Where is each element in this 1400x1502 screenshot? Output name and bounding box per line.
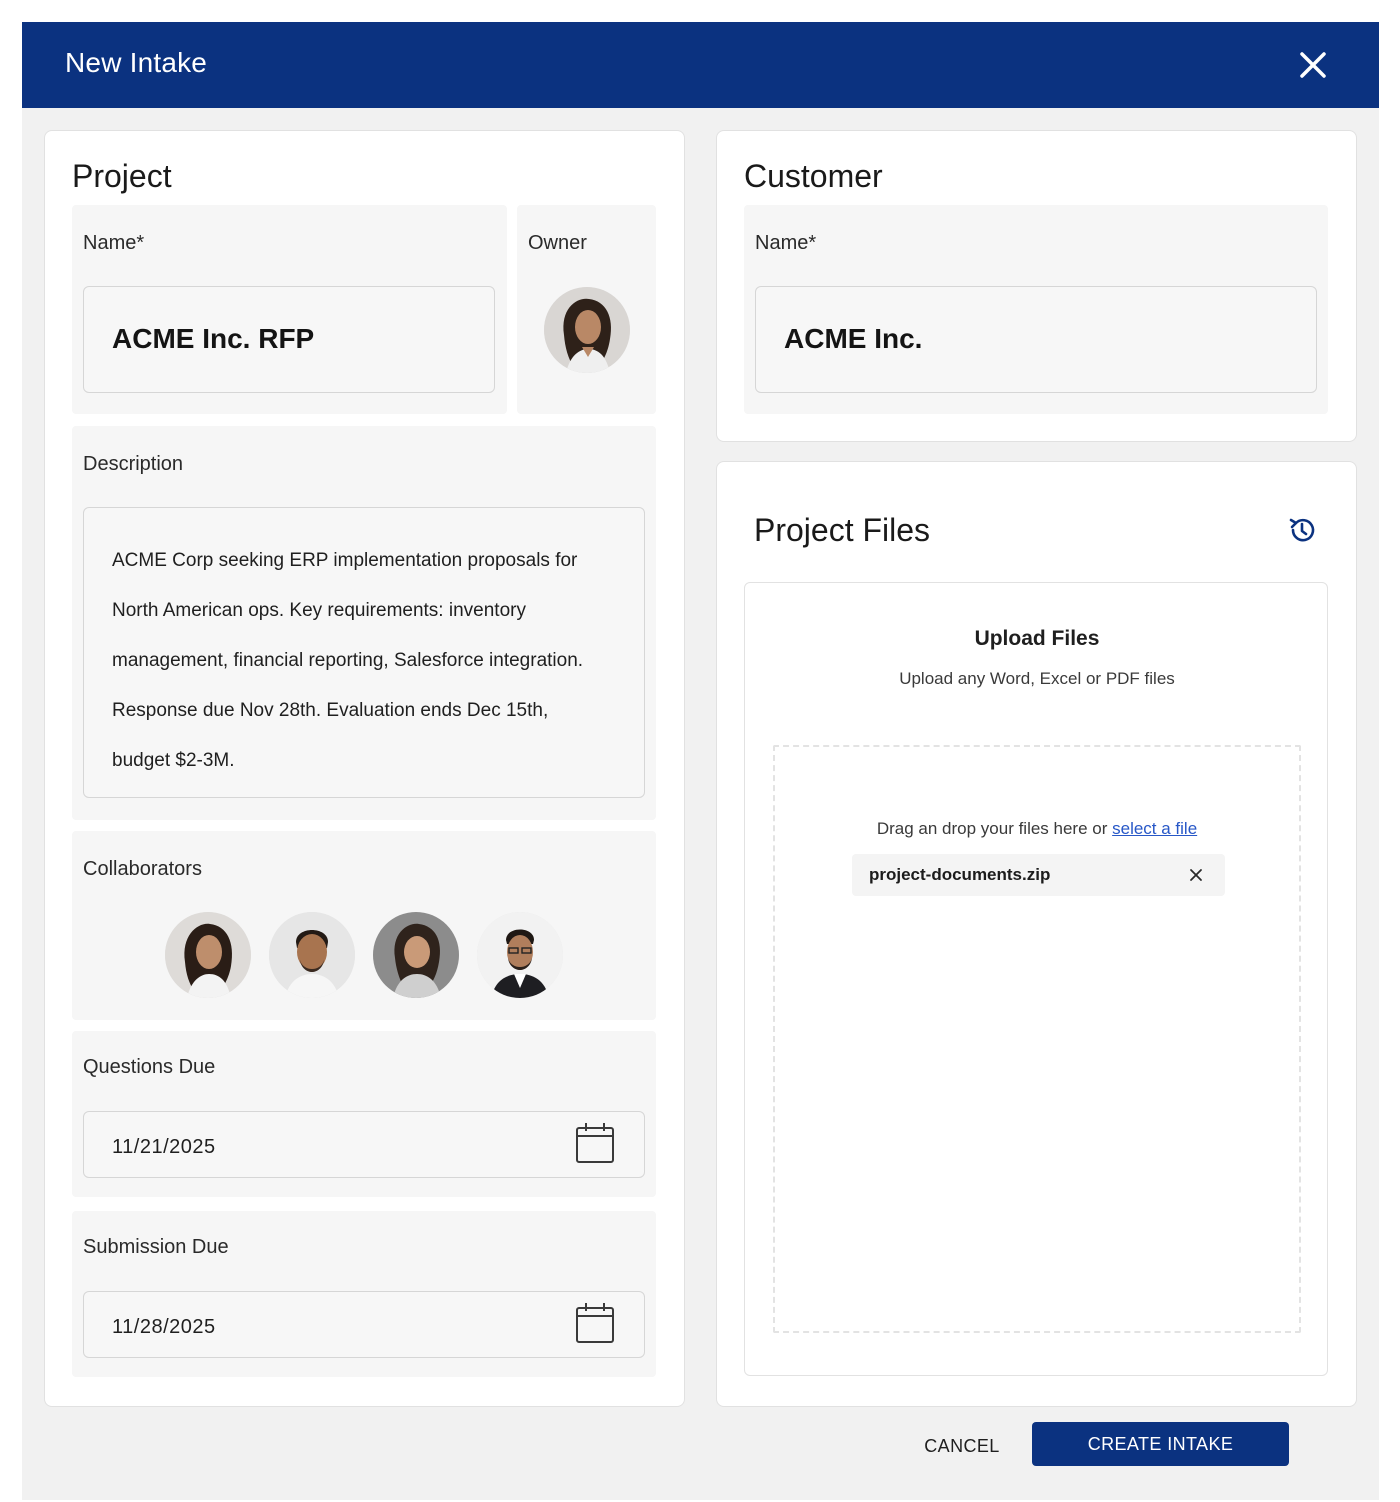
close-icon[interactable] <box>1294 46 1332 84</box>
description-line: management, financial reporting, Salesfo… <box>112 650 584 671</box>
owner-field: Owner <box>517 205 656 414</box>
description-line: ACME Corp seeking ERP implementation pro… <box>112 550 578 571</box>
collaborators-label: Collaborators <box>83 858 202 880</box>
customer-name-field: Name* ACME Inc. <box>744 205 1328 414</box>
remove-file-icon[interactable] <box>1188 867 1204 883</box>
description-line: Response due Nov 28th. Evaluation ends D… <box>112 700 549 721</box>
questions-due-label: Questions Due <box>83 1056 216 1078</box>
description-textarea[interactable]: ACME Corp seeking ERP implementation pro… <box>83 507 645 798</box>
customer-name-value: ACME Inc. <box>784 323 923 354</box>
questions-due-field: Questions Due 11/21/2025 <box>72 1031 656 1197</box>
project-name-input[interactable]: ACME Inc. RFP <box>83 286 495 393</box>
file-dropzone[interactable]: Drag an drop your files here or select a… <box>773 745 1301 1333</box>
history-icon[interactable] <box>1287 515 1317 545</box>
customer-name-input[interactable]: ACME Inc. <box>755 286 1317 393</box>
dialog-header: New Intake <box>22 22 1379 108</box>
project-name-label: Name* <box>83 232 145 254</box>
project-files-card: Project Files Upload Files Upload any Wo… <box>716 461 1357 1407</box>
file-chip: project-documents.zip <box>852 854 1225 896</box>
collaborator-avatar[interactable] <box>269 912 355 998</box>
calendar-icon[interactable] <box>575 1122 615 1164</box>
collaborator-avatar[interactable] <box>373 912 459 998</box>
project-name-value: ACME Inc. RFP <box>112 323 315 354</box>
customer-heading: Customer <box>744 158 883 194</box>
owner-avatar[interactable] <box>544 287 630 373</box>
owner-label: Owner <box>528 232 587 254</box>
file-name: project-documents.zip <box>869 865 1051 884</box>
project-heading: Project <box>72 158 172 194</box>
cancel-button[interactable]: CANCEL <box>912 1424 1012 1468</box>
description-line: North American ops. Key requirements: in… <box>112 600 526 621</box>
dialog-title: New Intake <box>65 47 208 78</box>
questions-due-value: 11/21/2025 <box>112 1136 216 1158</box>
upload-title: Upload Files <box>974 627 1100 650</box>
description-label: Description <box>83 453 184 475</box>
collaborator-avatar[interactable] <box>477 912 563 998</box>
upload-subtitle: Upload any Word, Excel or PDF files <box>899 669 1175 688</box>
new-intake-dialog: New Intake Project Name* ACME Inc. RFP O… <box>22 22 1379 1500</box>
description-line: budget $2-3M. <box>112 750 235 771</box>
dropzone-text: Drag an drop your files here or select a… <box>775 819 1299 839</box>
create-intake-button[interactable]: CREATE INTAKE <box>1032 1422 1289 1466</box>
select-file-link[interactable]: select a file <box>1112 819 1197 838</box>
upload-panel: Upload Files Upload any Word, Excel or P… <box>744 582 1328 1376</box>
project-card: Project Name* ACME Inc. RFP Owner Descri… <box>44 130 685 1407</box>
calendar-icon[interactable] <box>575 1302 615 1344</box>
questions-due-input[interactable]: 11/21/2025 <box>83 1111 645 1178</box>
customer-name-label: Name* <box>755 232 817 254</box>
customer-card: Customer Name* ACME Inc. <box>716 130 1357 442</box>
submission-due-input[interactable]: 11/28/2025 <box>83 1291 645 1358</box>
dropzone-instruction: Drag an drop your files here or <box>876 819 1108 838</box>
submission-due-value: 11/28/2025 <box>112 1316 216 1338</box>
submission-due-field: Submission Due 11/28/2025 <box>72 1211 656 1377</box>
collaborator-avatar[interactable] <box>165 912 251 998</box>
project-files-heading: Project Files <box>754 512 931 548</box>
project-name-field: Name* ACME Inc. RFP <box>72 205 507 414</box>
description-field: Description ACME Corp seeking ERP implem… <box>72 426 656 820</box>
submission-due-label: Submission Due <box>83 1236 229 1258</box>
collaborators-field: Collaborators <box>72 831 656 1020</box>
